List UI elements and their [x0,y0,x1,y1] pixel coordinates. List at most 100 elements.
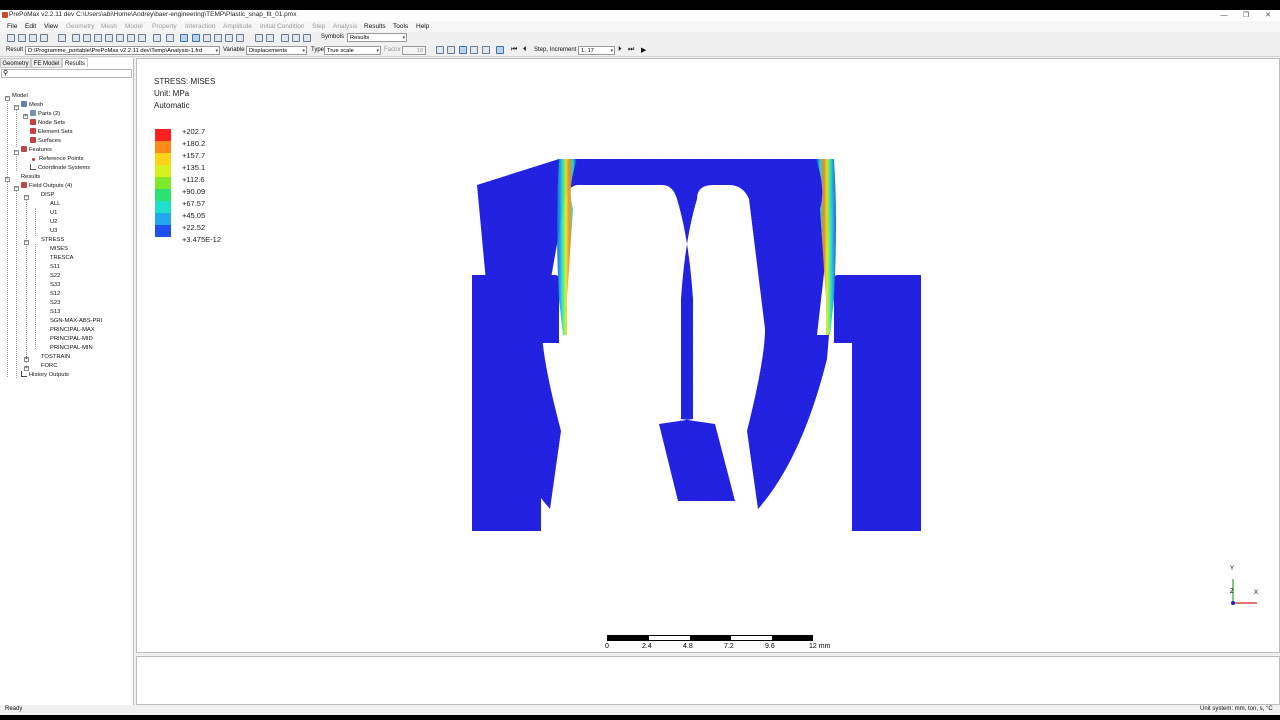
menu-step[interactable]: Step [312,23,325,30]
field-outputs-expander-icon[interactable]: − [14,186,19,191]
tree-field-outputs[interactable]: Field Outputs (4) [21,182,72,191]
previous-increment-icon[interactable]: ⏴ [523,46,527,54]
tree-node-sets[interactable]: Node Sets [30,119,65,128]
tree-reference-points[interactable]: Reference Points [30,155,83,164]
show-only-icon[interactable] [303,34,311,42]
menu-model[interactable]: Model [125,23,143,30]
next-increment-icon[interactable]: ⏵ [618,46,622,54]
tree-disp-item[interactable]: U3 [50,227,57,236]
factor-input[interactable]: 10 [402,46,426,55]
features-expander-icon[interactable]: − [14,150,19,155]
tree-stress-item[interactable]: PRINCIPAL-MAX [50,326,95,335]
save-icon[interactable] [40,34,48,42]
animate-icon[interactable] [496,46,504,54]
tab-results[interactable]: Results [62,58,88,68]
stress-expander-icon[interactable]: − [24,240,29,245]
close-button[interactable]: ✕ [1256,10,1280,21]
view-right-icon[interactable] [127,34,135,42]
results-expander-icon[interactable]: − [5,177,10,182]
view-top-icon[interactable] [94,34,102,42]
first-increment-icon[interactable]: ⏮ [511,46,517,54]
last-increment-icon[interactable]: ⏭ [628,46,634,54]
tree-element-sets[interactable]: Element Sets [30,128,72,137]
variable-select[interactable]: Displacements ▾ [246,46,307,55]
graphics-viewport[interactable]: STRESS: MISES Unit: MPa Automatic +202.7… [136,58,1280,653]
tree-stress-item[interactable]: S13 [50,308,60,317]
show-icon[interactable] [281,34,289,42]
menu-help[interactable]: Help [416,23,429,30]
view-bottom-icon[interactable] [105,34,113,42]
wireframe-icon[interactable] [180,34,188,42]
tree-features[interactable]: Features [21,146,52,155]
contour-lines-icon[interactable] [470,46,478,54]
tree-stress-item[interactable]: SGN-MAX-ABS-PRI [50,317,102,326]
tree-stress-item[interactable]: MISES [50,245,68,254]
output-log-panel[interactable] [136,656,1280,705]
tree-stress-item[interactable]: TRESCA [50,254,74,263]
type-select[interactable]: True scale ▾ [324,46,381,55]
tree-forc[interactable]: FORC [41,362,57,371]
tree-stress[interactable]: STRESS [41,236,64,245]
tree-stress-item[interactable]: PRINCIPAL-MID [50,335,93,344]
axis-icon[interactable] [153,34,161,42]
new-file-icon[interactable] [7,34,15,42]
section-view-icon[interactable] [203,34,211,42]
tree-coordinate-systems[interactable]: Coordinate Systems [30,164,90,173]
view-iso-icon[interactable] [138,34,146,42]
undeformed-icon[interactable] [436,46,444,54]
menu-tools[interactable]: Tools [393,23,408,30]
tree-results[interactable]: Results [21,173,40,182]
minimize-button[interactable]: — [1212,10,1236,21]
step-increment-select[interactable]: 1, 17 ▾ [578,46,615,55]
play-icon[interactable]: ▶ [641,46,646,54]
menu-amplitude[interactable]: Amplitude [223,23,252,30]
probe-icon[interactable] [255,34,263,42]
symbols-select[interactable]: Results ▾ [347,33,407,42]
explode-icon[interactable] [214,34,222,42]
tree-stress-item[interactable]: S12 [50,290,60,299]
menu-analysis[interactable]: Analysis [333,23,357,30]
tree-history-outputs[interactable]: History Outputs [21,371,69,380]
open-file-icon[interactable] [18,34,26,42]
tab-geometry[interactable]: Geometry [0,58,31,68]
tab-fe-model[interactable]: FE Model [31,58,62,68]
tree-stress-item[interactable]: S11 [50,263,60,272]
mesh-expander-icon[interactable]: − [14,105,19,110]
menu-view[interactable]: View [44,23,58,30]
menu-file[interactable]: File [7,23,17,30]
menu-edit[interactable]: Edit [25,23,36,30]
menu-results[interactable]: Results [364,23,386,30]
parts-expander-icon[interactable]: + [23,114,28,119]
color-contours-icon[interactable] [459,46,467,54]
shaded-edges-icon[interactable] [192,34,200,42]
hide-icon[interactable] [292,34,300,42]
disp-expander-icon[interactable]: − [24,195,29,200]
result-select[interactable]: D:\Programme_portable\PrePoMax v2.2.11 d… [25,46,220,55]
tree-parts[interactable]: Parts (2) [30,110,60,119]
tree-disp-item[interactable]: U2 [50,218,57,227]
menu-interaction[interactable]: Interaction [185,23,215,30]
tree-model[interactable]: Model [12,92,28,101]
menu-property[interactable]: Property [152,23,177,30]
tree-disp[interactable]: DISP [41,191,55,200]
zoom-icon[interactable] [58,34,66,42]
tree-disp-item[interactable]: U1 [50,209,57,218]
vectors-icon[interactable] [482,46,490,54]
query-icon[interactable] [225,34,233,42]
tree-disp-item[interactable]: ALL [50,200,60,209]
clear-icon[interactable] [266,34,274,42]
tostrain-expander-icon[interactable]: + [24,357,29,362]
menu-mesh[interactable]: Mesh [101,23,117,30]
tree-stress-item[interactable]: PRINCIPAL-MIN [50,344,93,353]
tree-surfaces[interactable]: Surfaces [30,137,61,146]
view-back-icon[interactable] [83,34,91,42]
view-front-icon[interactable] [72,34,80,42]
tree-stress-item[interactable]: S33 [50,281,60,290]
menu-initial-condition[interactable]: Initial Condition [260,23,304,30]
import-icon[interactable] [29,34,37,42]
deformed-icon[interactable] [447,46,455,54]
tree-mesh[interactable]: Mesh [21,101,43,110]
shaded-icon[interactable] [166,34,174,42]
model-expander-icon[interactable]: − [5,96,10,101]
menu-geometry[interactable]: Geometry [66,23,95,30]
